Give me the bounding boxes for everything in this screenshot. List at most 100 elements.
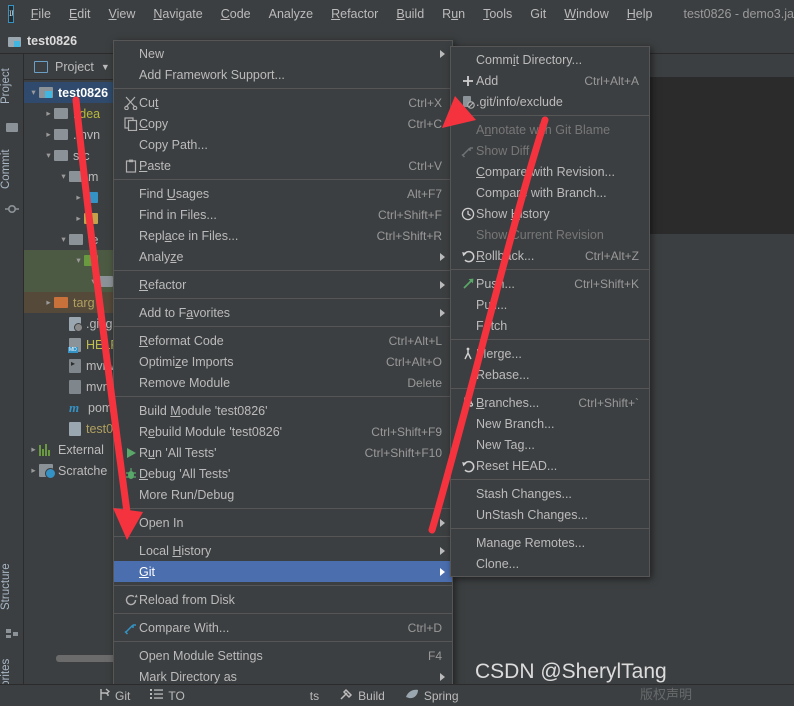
menu-file[interactable]: File xyxy=(22,4,60,24)
status-item-build[interactable]: Build xyxy=(329,688,395,704)
menu-build[interactable]: Build xyxy=(387,4,433,24)
git-menu-item-commit-directory[interactable]: Commit Directory... xyxy=(451,49,649,70)
chevron-down-icon[interactable]: ▾ xyxy=(73,255,84,266)
folder-icon xyxy=(99,276,113,287)
context-menu-item-open-module-settings[interactable]: Open Module Settings F4 xyxy=(114,645,452,666)
status-item-ts[interactable]: ts xyxy=(195,689,329,703)
script-file-icon xyxy=(69,379,81,394)
menu-run[interactable]: Run xyxy=(433,4,474,24)
run-icon xyxy=(122,446,139,460)
git-menu-item-reset-head[interactable]: Reset HEAD... xyxy=(451,455,649,476)
git-menu-item-unstash-changes[interactable]: UnStash Changes... xyxy=(451,504,649,525)
menu-item-label: Push... xyxy=(476,276,515,291)
chevron-right-icon[interactable]: ▸ xyxy=(43,129,54,140)
chevron-down-icon[interactable]: ▾ xyxy=(88,276,99,287)
menu-window[interactable]: Window xyxy=(555,4,617,24)
menu-item-label: Copy Path... xyxy=(139,137,208,152)
menu-tools[interactable]: Tools xyxy=(474,4,521,24)
context-menu-item-open-in[interactable]: Open In xyxy=(114,512,452,533)
chevron-right-icon[interactable]: ▸ xyxy=(43,108,54,119)
context-menu-item-replace-in-files[interactable]: Replace in Files... Ctrl+Shift+R xyxy=(114,225,452,246)
menu-item-label: Refactor xyxy=(139,277,187,292)
chevron-down-icon[interactable]: ▼ xyxy=(101,62,110,72)
menu-view[interactable]: View xyxy=(99,4,144,24)
git-menu-item-new-tag[interactable]: New Tag... xyxy=(451,434,649,455)
menu-navigate[interactable]: Navigate xyxy=(144,4,211,24)
context-menu-item-debug-all-tests[interactable]: Debug 'All Tests' xyxy=(114,463,452,484)
menu-item-label: Show History xyxy=(476,206,550,221)
git-menu-item-stash-changes[interactable]: Stash Changes... xyxy=(451,483,649,504)
git-menu-item-clone[interactable]: Clone... xyxy=(451,553,649,574)
git-submenu[interactable]: Commit Directory... Add Ctrl+Alt+A .git/inf… xyxy=(450,46,650,577)
chevron-down-icon[interactable]: ▾ xyxy=(43,150,54,161)
status-item-git[interactable]: Git xyxy=(88,688,140,704)
menu-help[interactable]: Help xyxy=(618,4,662,24)
menu-edit[interactable]: Edit xyxy=(60,4,100,24)
git-menu-item-add[interactable]: Add Ctrl+Alt+A xyxy=(451,70,649,91)
chevron-right-icon[interactable]: ▸ xyxy=(43,297,54,308)
menu-item-label: Find in Files... xyxy=(139,207,217,222)
context-menu-item-reload-from-disk[interactable]: Reload from Disk xyxy=(114,589,452,610)
git-menu-item-new-branch[interactable]: New Branch... xyxy=(451,413,649,434)
context-menu-item-new[interactable]: New xyxy=(114,43,452,64)
chevron-down-icon[interactable]: ▾ xyxy=(28,87,39,98)
context-menu-item-run-all-tests[interactable]: Run 'All Tests' Ctrl+Shift+F10 xyxy=(114,442,452,463)
context-menu-item-refactor[interactable]: Refactor xyxy=(114,274,452,295)
context-menu-item-cut[interactable]: Cut Ctrl+X xyxy=(114,92,452,113)
menu-item-label: Fetch xyxy=(476,318,508,333)
chevron-right-icon[interactable]: ▸ xyxy=(73,213,84,224)
menu-git[interactable]: Git xyxy=(521,4,555,24)
sidebar-item-structure[interactable]: Structure xyxy=(0,554,24,620)
tree-item-label: m xyxy=(88,169,99,184)
context-menu-item-build-module-test0826[interactable]: Build Module 'test0826' xyxy=(114,400,452,421)
sidebar-item-commit[interactable]: Commit xyxy=(0,142,24,196)
context-menu-item-more-run-debug[interactable]: More Run/Debug xyxy=(114,484,452,505)
chevron-right-icon[interactable]: ▸ xyxy=(28,444,39,455)
breadcrumb-module[interactable]: test0826 xyxy=(27,34,77,48)
git-menu-item-git-info-exclude[interactable]: .git/info/exclude xyxy=(451,91,649,112)
git-menu-item-compare-with-revision[interactable]: Compare with Revision... xyxy=(451,161,649,182)
git-menu-item-merge[interactable]: Merge... xyxy=(451,343,649,364)
context-menu-item-git[interactable]: Git xyxy=(114,561,452,582)
menu-analyze[interactable]: Analyze xyxy=(260,4,322,24)
chevron-down-icon[interactable]: ▾ xyxy=(58,234,69,245)
context-menu-item-add-framework-support[interactable]: Add Framework Support... xyxy=(114,64,452,85)
git-menu-item-show-history[interactable]: Show History xyxy=(451,203,649,224)
context-menu-item-paste[interactable]: Paste Ctrl+V xyxy=(114,155,452,176)
sidebar-item-project[interactable]: Project xyxy=(0,58,24,114)
context-menu-item-copy[interactable]: Copy Ctrl+C xyxy=(114,113,452,134)
context-menu-item-copy-path[interactable]: Copy Path... xyxy=(114,134,452,155)
git-menu-item-manage-remotes[interactable]: Manage Remotes... xyxy=(451,532,649,553)
context-menu-item-analyze[interactable]: Analyze xyxy=(114,246,452,267)
context-menu-item-local-history[interactable]: Local History xyxy=(114,540,452,561)
menu-item-label: More Run/Debug xyxy=(139,487,235,502)
git-menu-item-branches[interactable]: Branches... Ctrl+Shift+` xyxy=(451,392,649,413)
context-menu-item-reformat-code[interactable]: Reformat Code Ctrl+Alt+L xyxy=(114,330,452,351)
chevron-right-icon[interactable]: ▸ xyxy=(73,192,84,203)
chevron-down-icon[interactable]: ▾ xyxy=(58,171,69,182)
menu-separator xyxy=(451,339,649,340)
context-menu-item-compare-with[interactable]: Compare With... Ctrl+D xyxy=(114,617,452,638)
context-menu-item-optimize-imports[interactable]: Optimize Imports Ctrl+Alt+O xyxy=(114,351,452,372)
git-menu-item-compare-with-branch[interactable]: Compare with Branch... xyxy=(451,182,649,203)
chevron-right-icon[interactable]: ▸ xyxy=(28,465,39,476)
status-item-spring[interactable]: Spring xyxy=(395,688,469,703)
git-menu-item-pull[interactable]: Pull... xyxy=(451,294,649,315)
status-item-todo[interactable]: TO xyxy=(140,688,194,703)
git-menu-item-rebase[interactable]: Rebase... xyxy=(451,364,649,385)
context-menu-item-add-to-favorites[interactable]: Add to Favorites xyxy=(114,302,452,323)
iml-file-icon xyxy=(69,421,81,436)
context-menu-item-find-in-files[interactable]: Find in Files... Ctrl+Shift+F xyxy=(114,204,452,225)
git-menu-item-fetch[interactable]: Fetch xyxy=(451,315,649,336)
project-context-menu[interactable]: New Add Framework Support... Cut Ctrl+X Copy… xyxy=(113,40,453,706)
context-menu-item-remove-module[interactable]: Remove Module Delete xyxy=(114,372,452,393)
menu-code[interactable]: Code xyxy=(212,4,260,24)
menu-separator xyxy=(114,536,452,537)
menu-refactor[interactable]: Refactor xyxy=(322,4,387,24)
git-menu-item-push[interactable]: Push... Ctrl+Shift+K xyxy=(451,273,649,294)
context-menu-item-rebuild-module-test0826[interactable]: Rebuild Module 'test0826' Ctrl+Shift+F9 xyxy=(114,421,452,442)
git-menu-item-rollback[interactable]: Rollback... Ctrl+Alt+Z xyxy=(451,245,649,266)
reload-icon xyxy=(122,593,139,607)
context-menu-item-find-usages[interactable]: Find Usages Alt+F7 xyxy=(114,183,452,204)
menu-item-label: Clone... xyxy=(476,556,520,571)
